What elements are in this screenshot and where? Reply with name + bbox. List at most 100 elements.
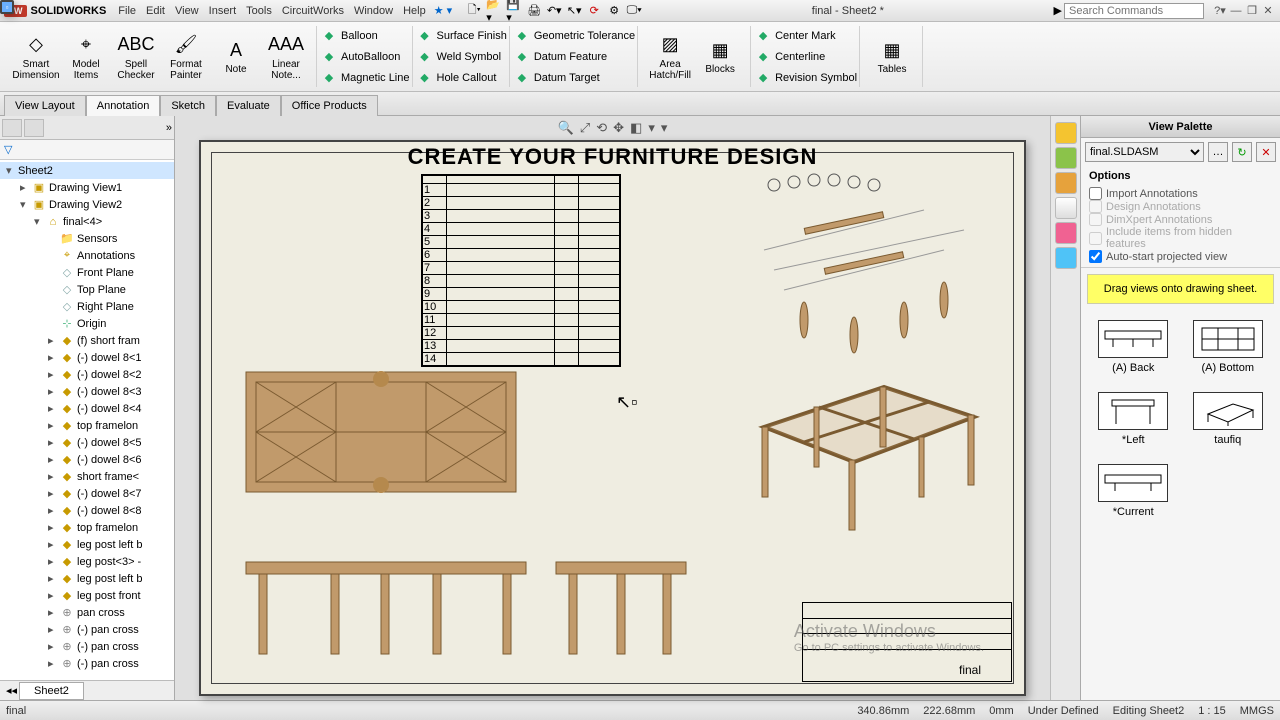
taskpane-library-icon[interactable] bbox=[1055, 172, 1077, 194]
tree-node[interactable]: ▾▣Drawing View2 bbox=[0, 196, 174, 213]
sheet-tab[interactable]: Sheet2 bbox=[19, 682, 84, 700]
tree-node[interactable]: ▸◆(-) dowel 8<5 bbox=[0, 434, 174, 451]
ribbon-linear-note-[interactable]: AAALinearNote... bbox=[262, 33, 310, 81]
ribbon-balloon[interactable]: ◆Balloon bbox=[321, 26, 410, 46]
menu-help[interactable]: Help bbox=[403, 5, 426, 17]
tree-node[interactable]: ▸◆(-) dowel 8<4 bbox=[0, 400, 174, 417]
new-icon[interactable]: 🗋▾ bbox=[466, 3, 482, 19]
ribbon-geometric-tolerance[interactable]: ◆Geometric Tolerance bbox=[514, 26, 635, 46]
ribbon-area-hatch-fill[interactable]: ▨AreaHatch/Fill bbox=[646, 33, 694, 81]
ribbon-model-items[interactable]: ⌖ModelItems bbox=[62, 33, 110, 81]
ribbon-smart-dimension[interactable]: ◇SmartDimension bbox=[12, 33, 60, 81]
rebuild-icon[interactable]: ⟳ bbox=[586, 3, 602, 19]
print-icon[interactable]: 🖨 bbox=[526, 3, 542, 19]
ribbon-autoballoon[interactable]: ◆AutoBalloon bbox=[321, 47, 410, 67]
tree-node[interactable]: ▾▫Sheet2 bbox=[0, 162, 174, 179]
close-icon[interactable]: ✕ bbox=[1260, 4, 1276, 17]
fm-expand-icon[interactable]: » bbox=[166, 122, 172, 134]
open-icon[interactable]: 📂▾ bbox=[486, 3, 502, 19]
ribbon-format-painter[interactable]: 🖌FormatPainter bbox=[162, 33, 210, 81]
taskpane-palette-icon[interactable] bbox=[1055, 222, 1077, 244]
menu-view[interactable]: View bbox=[175, 5, 199, 17]
side-view[interactable] bbox=[551, 554, 691, 664]
tab-office-products[interactable]: Office Products bbox=[281, 95, 378, 116]
tree-node[interactable]: ▸◆leg post left b bbox=[0, 570, 174, 587]
ribbon-hole-callout[interactable]: ◆Hole Callout bbox=[417, 68, 507, 88]
tree-node[interactable]: ▸◆leg post left b bbox=[0, 536, 174, 553]
exploded-view[interactable] bbox=[744, 170, 994, 370]
tab-sketch[interactable]: Sketch bbox=[160, 95, 216, 116]
palette-clear-button[interactable]: ✕ bbox=[1256, 142, 1276, 162]
palette-view--left[interactable]: *Left bbox=[1091, 392, 1176, 446]
tab-annotation[interactable]: Annotation bbox=[86, 95, 161, 116]
pan-icon[interactable]: ✥ bbox=[613, 120, 624, 136]
menu-dropdown-icon[interactable]: ★ ▾ bbox=[434, 4, 452, 17]
bom-table[interactable]: 1234567891011121314 bbox=[421, 174, 621, 367]
tab-evaluate[interactable]: Evaluate bbox=[216, 95, 281, 116]
isometric-view[interactable] bbox=[734, 367, 994, 547]
tree-node[interactable]: ▸◆(-) dowel 8<3 bbox=[0, 383, 174, 400]
tree-node[interactable]: ▸◆(f) short fram bbox=[0, 332, 174, 349]
palette-file-select[interactable]: final.SLDASM bbox=[1085, 142, 1204, 162]
tree-node[interactable]: ◇Front Plane bbox=[0, 264, 174, 281]
tree-node[interactable]: ◇Right Plane bbox=[0, 298, 174, 315]
fm-tab-2[interactable] bbox=[24, 119, 44, 137]
tree-node[interactable]: ◇Top Plane bbox=[0, 281, 174, 298]
ribbon-magnetic-line[interactable]: ◆Magnetic Line bbox=[321, 68, 410, 88]
taskpane-home-icon[interactable] bbox=[1055, 122, 1077, 144]
menu-circuitworks[interactable]: CircuitWorks bbox=[282, 5, 344, 17]
ribbon-datum-target[interactable]: ◆Datum Target bbox=[514, 68, 635, 88]
taskpane-explorer-icon[interactable] bbox=[1055, 197, 1077, 219]
tree-node[interactable]: ▸⊕(-) pan cross bbox=[0, 638, 174, 655]
palette-view--current[interactable]: *Current bbox=[1091, 464, 1176, 518]
tree-node[interactable]: ▸◆(-) dowel 8<7 bbox=[0, 485, 174, 502]
opt-auto-start-projected-view[interactable]: Auto-start projected view bbox=[1089, 250, 1272, 263]
taskpane-appearance-icon[interactable] bbox=[1055, 247, 1077, 269]
menu-tools[interactable]: Tools bbox=[246, 5, 272, 17]
section-icon[interactable]: ◧ bbox=[630, 120, 642, 136]
fm-tab-1[interactable] bbox=[2, 119, 22, 137]
tree-node[interactable]: ▸◆top framelon bbox=[0, 417, 174, 434]
menu-insert[interactable]: Insert bbox=[209, 5, 237, 17]
search-commands-input[interactable] bbox=[1064, 3, 1204, 19]
screen-icon[interactable]: 🖵▾ bbox=[626, 3, 642, 19]
zoom-area-icon[interactable]: ⤢ bbox=[580, 120, 590, 136]
ribbon-note[interactable]: ANote bbox=[212, 38, 260, 75]
ribbon-datum-feature[interactable]: ◆Datum Feature bbox=[514, 47, 635, 67]
search-go-icon[interactable]: ▶ bbox=[1054, 4, 1062, 17]
palette-view--a-back[interactable]: (A) Back bbox=[1091, 320, 1176, 374]
tree-node[interactable]: ▾⌂final<4> bbox=[0, 213, 174, 230]
ribbon-spell-checker[interactable]: ABCSpellChecker bbox=[112, 33, 160, 81]
tree-node[interactable]: ▸▣Drawing View1 bbox=[0, 179, 174, 196]
restore-icon[interactable]: ❐ bbox=[1244, 4, 1260, 17]
feature-filter[interactable]: ▽ bbox=[0, 140, 174, 160]
opt-import-annotations[interactable]: Import Annotations bbox=[1089, 187, 1272, 200]
ribbon-weld-symbol[interactable]: ◆Weld Symbol bbox=[417, 47, 507, 67]
tree-node[interactable]: ▸◆(-) dowel 8<2 bbox=[0, 366, 174, 383]
tree-node[interactable]: ▸◆(-) dowel 8<1 bbox=[0, 349, 174, 366]
sheet-nav-prev[interactable]: ◂◂ bbox=[6, 684, 17, 697]
menu-window[interactable]: Window bbox=[354, 5, 393, 17]
ribbon-centerline[interactable]: ◆Centerline bbox=[755, 47, 857, 67]
tab-view-layout[interactable]: View Layout bbox=[4, 95, 86, 116]
save-icon[interactable]: 💾▾ bbox=[506, 3, 522, 19]
tree-node[interactable]: ▸◆leg post front bbox=[0, 587, 174, 604]
display-style-icon[interactable]: ▾ bbox=[648, 120, 655, 136]
ribbon-tables[interactable]: ▦Tables bbox=[868, 38, 916, 75]
tree-node[interactable]: 📁Sensors bbox=[0, 230, 174, 247]
tree-node[interactable]: ▸◆(-) dowel 8<6 bbox=[0, 451, 174, 468]
menu-file[interactable]: File bbox=[118, 5, 136, 17]
rotate-icon[interactable]: ⟲ bbox=[596, 120, 607, 136]
palette-view-taufiq[interactable]: taufiq bbox=[1186, 392, 1271, 446]
zoom-fit-icon[interactable]: 🔍 bbox=[558, 120, 574, 136]
undo-icon[interactable]: ↶▾ bbox=[546, 3, 562, 19]
options-icon[interactable]: ⚙ bbox=[606, 3, 622, 19]
palette-refresh-button[interactable]: ↻ bbox=[1232, 142, 1252, 162]
minimize-icon[interactable]: — bbox=[1228, 5, 1244, 17]
tree-node[interactable]: ▸◆(-) dowel 8<8 bbox=[0, 502, 174, 519]
ribbon-revision-symbol[interactable]: ◆Revision Symbol bbox=[755, 68, 857, 88]
tree-node[interactable]: ▸◆leg post<3> - bbox=[0, 553, 174, 570]
ribbon-blocks[interactable]: ▦Blocks bbox=[696, 38, 744, 75]
palette-view--a-bottom[interactable]: (A) Bottom bbox=[1186, 320, 1271, 374]
hide-show-icon[interactable]: ▾ bbox=[661, 120, 668, 136]
